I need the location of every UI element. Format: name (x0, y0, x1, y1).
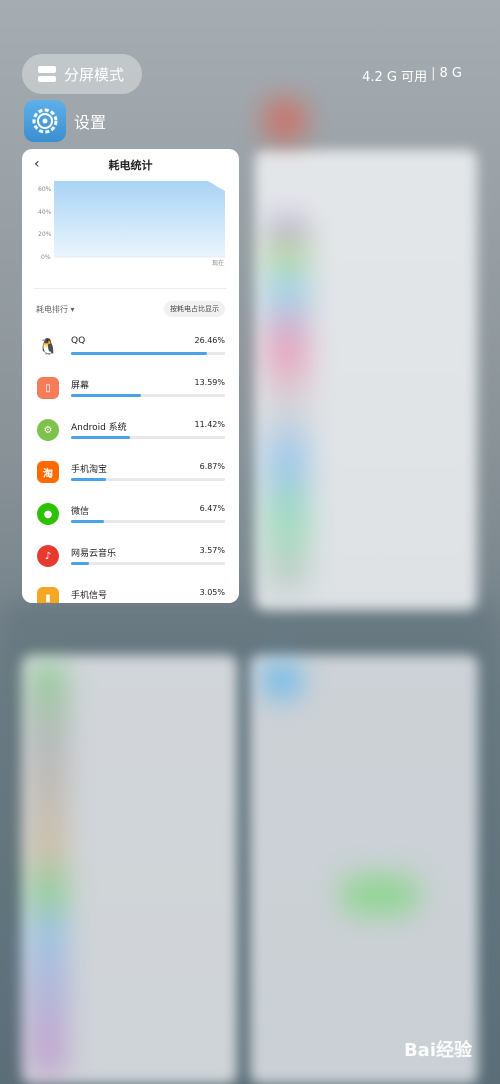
usage-bar-fill (71, 352, 207, 355)
recent-app-icon-right (265, 100, 305, 140)
y-tick-40: 40% (38, 209, 52, 216)
split-screen-icon (38, 66, 56, 82)
usage-percent: 3.57% (199, 546, 225, 555)
battery-usage-card[interactable]: ‹ 耗电统计 60% 40% 20% 0% 现在 耗电排行 ▾ 按耗电占比显示 … (22, 149, 239, 603)
usage-bar-fill (71, 478, 107, 481)
usage-bar (71, 478, 225, 481)
netease-music-icon: ♪ (37, 545, 59, 567)
taobao-icon: 淘 (37, 461, 59, 483)
rank-row: 耗电排行 ▾ 按耗电占比显示 (36, 301, 225, 317)
usage-bar-fill (71, 394, 141, 397)
list-item[interactable]: ▮ 手机信号 3.05% (22, 579, 239, 603)
settings-gear-icon (24, 100, 66, 142)
battery-area (54, 181, 225, 257)
app-name: 屏幕 (71, 381, 90, 391)
app-name: 微信 (71, 507, 90, 517)
signal-icon: ▮ (37, 587, 59, 603)
usage-bar (71, 394, 225, 397)
y-tick-20: 20% (38, 231, 52, 238)
usage-percent: 3.05% (199, 588, 225, 597)
usage-percent: 11.42% (194, 420, 225, 429)
app-name: QQ (71, 336, 86, 346)
app-name: 手机淘宝 (71, 465, 108, 475)
recent-app-card-bottom-right[interactable] (250, 655, 478, 1084)
list-item[interactable]: ⚙ Android 系统 11.42% (22, 411, 239, 453)
screen-icon: ▯ (37, 377, 59, 399)
list-item[interactable]: ♪ 网易云音乐 3.57% (22, 537, 239, 579)
wechat-icon: ● (37, 503, 59, 525)
usage-percent: 6.47% (199, 504, 225, 513)
usage-percent: 26.46% (194, 336, 225, 345)
usage-percent: 6.87% (199, 462, 225, 471)
split-screen-button[interactable]: 分屏模式 (22, 54, 142, 94)
y-tick-60: 60% (38, 186, 52, 193)
usage-bar (71, 352, 225, 355)
app-name: 设置 (74, 113, 107, 132)
battery-chart: 60% 40% 20% 0% 现在 (38, 181, 225, 267)
list-item[interactable]: 淘 手机淘宝 6.87% (22, 453, 239, 495)
memory-separator: | (431, 66, 436, 81)
blur-rows-bottom-left (28, 660, 68, 1080)
qq-icon: 🐧 (37, 335, 59, 357)
list-item[interactable]: ● 微信 6.47% (22, 495, 239, 537)
usage-percent: 13.59% (194, 378, 225, 387)
memory-status: 4.2 G 可用 | 8 G (362, 66, 462, 85)
split-screen-label: 分屏模式 (64, 65, 125, 84)
list-item[interactable]: ▯ 屏幕 13.59% (22, 369, 239, 411)
usage-bar-fill (71, 520, 105, 523)
card-header: ‹ 耗电统计 (22, 149, 239, 181)
usage-bar (71, 520, 225, 523)
usage-bar (71, 562, 225, 565)
app-usage-list: 🐧 QQ 26.46% ▯ 屏幕 13.59% ⚙ Android 系统 11.42% 淘 手机淘宝… (22, 327, 239, 603)
watermark: Bai经验 (403, 1040, 472, 1061)
list-item[interactable]: 🐧 QQ 26.46% (22, 327, 239, 369)
x-label-now: 现在 (212, 259, 224, 267)
usage-bar-fill (71, 562, 90, 565)
back-chevron-icon[interactable]: ‹ (34, 156, 40, 172)
app-name: Android 系统 (71, 423, 127, 433)
page-title: 耗电统计 (108, 159, 153, 172)
y-tick-0: 0% (41, 254, 51, 261)
blur-rows-right (265, 215, 310, 595)
app-name: 网易云音乐 (71, 549, 117, 559)
rank-dropdown[interactable]: 耗电排行 ▾ (36, 304, 75, 315)
blur-green-button (340, 875, 420, 915)
android-gear-icon: ⚙ (37, 419, 59, 441)
divider (34, 288, 227, 289)
memory-total: 8 G (439, 66, 462, 81)
usage-bar-fill (71, 436, 130, 439)
display-mode-button[interactable]: 按耗电占比显示 (164, 301, 225, 317)
memory-available: 4.2 G 可用 (362, 70, 428, 85)
app-name: 手机信号 (71, 591, 108, 601)
blur-app-icon-bottom (262, 660, 302, 700)
recent-app-header[interactable]: 设置 (24, 100, 106, 142)
usage-bar (71, 436, 225, 439)
